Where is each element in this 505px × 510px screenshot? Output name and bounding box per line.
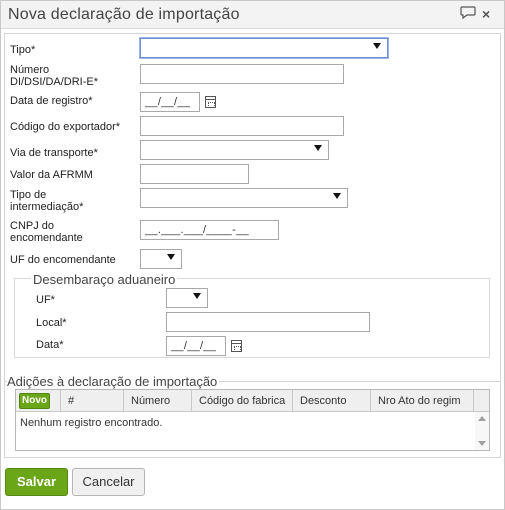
chevron-down-icon <box>193 293 201 299</box>
grid-header-actions: Novo <box>16 390 61 412</box>
tipo-intermediacao-label-line2: intermediação* <box>10 201 84 213</box>
uf-encomendante-label: UF do encomendante <box>10 254 116 266</box>
grid-header-col[interactable]: Código do fabrica <box>192 390 293 412</box>
scroll-up-icon[interactable] <box>478 416 486 421</box>
scroll-down-icon[interactable] <box>478 441 486 446</box>
grid-scrollbar[interactable] <box>475 412 489 450</box>
desembaraco-local-label: Local* <box>36 317 67 329</box>
novo-button[interactable]: Novo <box>19 393 50 409</box>
adicoes-title: Adições à declaração de importação <box>7 374 220 389</box>
codigo-exportador-input[interactable] <box>140 116 344 136</box>
import-declaration-dialog: Nova declaração de importação × Tipo* Nú… <box>0 0 505 510</box>
tipo-intermediacao-select[interactable] <box>140 188 348 208</box>
via-transporte-label: Via de transporte* <box>10 147 98 159</box>
grid-header-col[interactable]: # <box>61 390 124 412</box>
desembaraco-uf-label: UF* <box>36 294 55 306</box>
save-button[interactable]: Salvar <box>5 468 68 496</box>
adicoes-grid: Novo # Número Código do fabrica Desconto… <box>15 389 490 451</box>
valor-afrmm-input[interactable] <box>140 164 249 184</box>
chevron-down-icon <box>373 43 381 49</box>
chevron-down-icon <box>314 145 322 151</box>
cnpj-label-line1: CNPJ do <box>10 220 55 232</box>
chat-icon[interactable] <box>460 6 476 20</box>
valor-afrmm-label: Valor da AFRMM <box>10 169 93 181</box>
chevron-down-icon <box>167 254 175 260</box>
numero-input[interactable] <box>140 64 344 84</box>
codigo-exportador-label: Código do exportador* <box>10 121 121 133</box>
cnpj-input[interactable]: __.___.___/____-__ <box>140 220 279 240</box>
calendar-icon[interactable] <box>205 96 216 108</box>
tipo-intermediacao-label-line1: Tipo de <box>10 189 47 201</box>
numero-label-line1: Número <box>10 64 50 76</box>
desembaraco-legend: Desembaraço aduaneiro <box>31 272 178 287</box>
tipo-label: Tipo* <box>10 44 36 56</box>
cancel-button[interactable]: Cancelar <box>72 468 145 496</box>
cnpj-label-line2: encomendante <box>10 232 83 244</box>
grid-header: Novo # Número Código do fabrica Desconto… <box>16 390 489 412</box>
chevron-down-icon <box>333 193 341 199</box>
data-registro-input[interactable]: __/__/__ <box>140 92 200 112</box>
desembaraco-data-label: Data* <box>36 339 64 351</box>
dialog-title: Nova declaração de importação <box>8 6 240 23</box>
grid-header-col[interactable]: Nro Ato do regim <box>371 390 474 412</box>
desembaraco-local-input[interactable] <box>166 312 370 332</box>
uf-encomendante-select[interactable] <box>140 249 182 269</box>
numero-label-line2: DI/DSI/DA/DRI-E* <box>10 76 99 88</box>
data-registro-label: Data de registro* <box>10 95 93 107</box>
desembaraco-uf-select[interactable] <box>166 288 208 308</box>
desembaraco-data-input[interactable]: __/__/__ <box>166 336 226 356</box>
tipo-select[interactable] <box>140 38 388 58</box>
dialog-titlebar: Nova declaração de importação × <box>1 1 504 29</box>
close-icon[interactable]: × <box>482 6 490 22</box>
grid-empty-message: Nenhum registro encontrado. <box>20 417 163 429</box>
calendar-icon[interactable] <box>231 340 242 352</box>
grid-header-col[interactable]: Desconto <box>293 390 371 412</box>
grid-header-col[interactable]: Número <box>124 390 192 412</box>
via-transporte-select[interactable] <box>140 140 329 160</box>
